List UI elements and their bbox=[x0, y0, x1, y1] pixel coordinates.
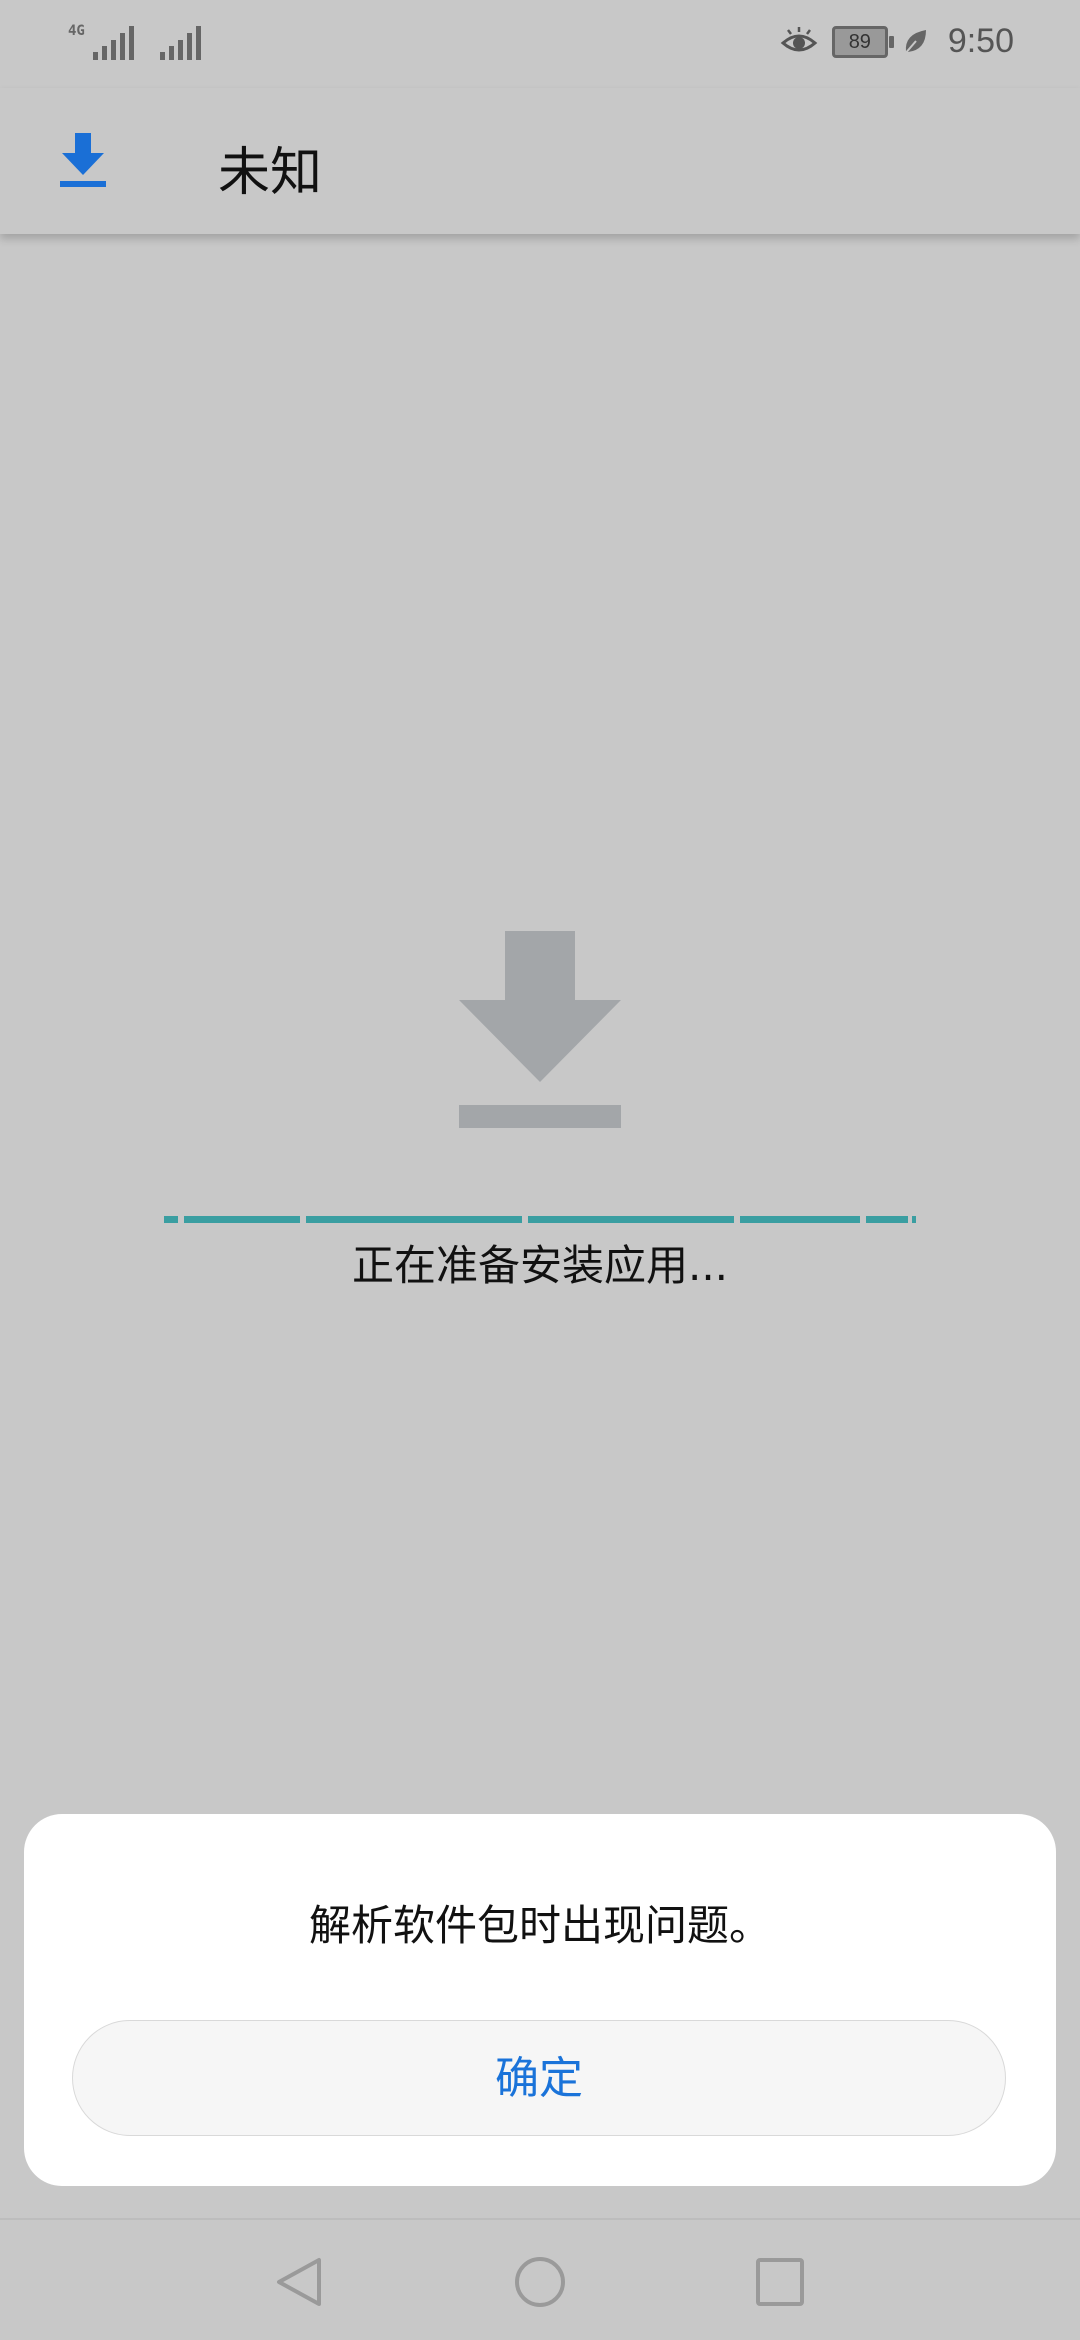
power-saving-leaf-icon bbox=[903, 29, 926, 56]
install-status-text: 正在准备安装应用... bbox=[351, 1241, 729, 1290]
status-bar: 4G 89 9:50 bbox=[0, 0, 1080, 88]
battery-icon: 89 bbox=[831, 25, 894, 58]
home-icon[interactable] bbox=[512, 2254, 568, 2310]
ok-button[interactable]: 确定 bbox=[72, 2020, 1006, 2136]
progress-segment bbox=[528, 1216, 734, 1223]
back-icon[interactable] bbox=[271, 2254, 327, 2310]
battery-level: 89 bbox=[848, 30, 871, 53]
eye-comfort-icon bbox=[780, 26, 818, 51]
error-dialog: 解析软件包时出现问题。 确定 bbox=[24, 1814, 1056, 2186]
status-left: 4G bbox=[68, 24, 201, 60]
signal-icon bbox=[159, 24, 201, 60]
progress-segment bbox=[184, 1216, 300, 1223]
app-bar: 未知 bbox=[0, 88, 1080, 234]
progress-segment bbox=[912, 1216, 916, 1223]
progress-segment bbox=[866, 1216, 908, 1223]
progress-segment bbox=[306, 1216, 522, 1223]
progress-segment bbox=[164, 1216, 178, 1223]
progress-segment bbox=[740, 1216, 860, 1223]
network-type: 4G bbox=[68, 23, 85, 39]
screen: 4G 89 9:50 未知 正在准备安装应用... 解析软件包时出现问题。 确定 bbox=[0, 0, 1080, 2340]
recents-icon[interactable] bbox=[752, 2254, 808, 2310]
download-icon bbox=[60, 133, 106, 187]
download-icon bbox=[459, 931, 621, 1128]
app-title: 未知 bbox=[218, 143, 323, 203]
status-right: 89 9:50 bbox=[780, 22, 1014, 61]
clock: 9:50 bbox=[947, 22, 1014, 60]
navigation-bar bbox=[0, 2218, 1080, 2340]
signal-4g-icon: 4G bbox=[68, 24, 134, 60]
dialog-message: 解析软件包时出现问题。 bbox=[308, 1901, 771, 1950]
progress-bar bbox=[164, 1216, 916, 1223]
